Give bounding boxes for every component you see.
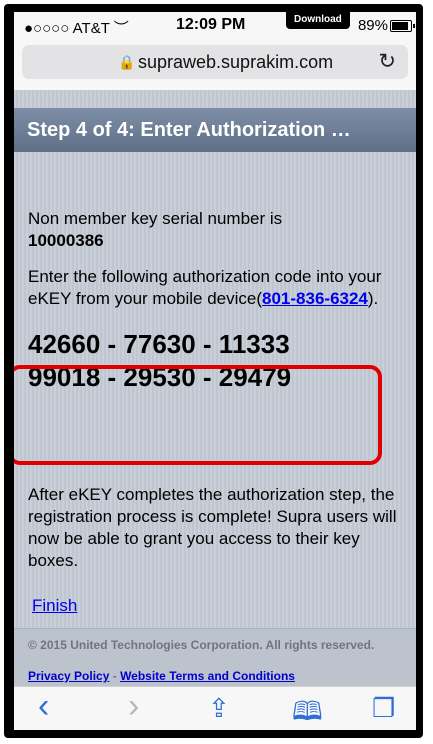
privacy-policy-link[interactable]: Privacy Policy (28, 669, 109, 683)
download-badge: Download (286, 12, 350, 29)
back-icon[interactable]: ‹ (38, 687, 49, 726)
forward-icon[interactable]: › (128, 687, 139, 726)
status-bar: ●○○○○ AT&T ︶ 12:09 PM Download 89% (14, 12, 416, 38)
page-footer: © 2015 United Technologies Corporation. … (14, 628, 416, 686)
serial-label: Non member key serial number is (28, 209, 283, 228)
carrier-label: ●○○○○ AT&T ︶ (24, 20, 129, 37)
footer-links: Privacy Policy - Website Terms and Condi… (28, 669, 295, 683)
terms-link[interactable]: Website Terms and Conditions (120, 669, 295, 683)
code-highlight-box (14, 365, 382, 465)
tabs-icon[interactable]: ❐ (372, 693, 395, 724)
phone-frame: ●○○○○ AT&T ︶ 12:09 PM Download 89% 🔒 sup… (4, 4, 423, 738)
finish-link[interactable]: Finish (32, 596, 77, 616)
battery-icon (390, 20, 415, 32)
address-bar[interactable]: 🔒 supraweb.suprakim.com ↻ (22, 45, 408, 79)
url-text[interactable]: supraweb.suprakim.com (138, 52, 333, 73)
instruction-paragraph: Enter the following authorization code i… (28, 266, 408, 310)
page-title: Step 4 of 4: Enter Authorization … (14, 108, 416, 152)
footer-separator: - (109, 669, 121, 683)
status-time: 12:09 PM (176, 16, 246, 33)
lock-icon: 🔒 (118, 54, 136, 70)
code-line-1: 42660 - 77630 - 11333 (28, 329, 290, 359)
reload-icon[interactable]: ↻ (378, 49, 396, 74)
wifi-icon: ︶ (113, 20, 129, 37)
serial-value: 10000386 (28, 231, 104, 250)
instruction-end: ). (367, 289, 379, 308)
bookmarks-icon[interactable]: 🕮 (292, 693, 323, 730)
phone-link[interactable]: 801-836-6324 (262, 289, 368, 308)
screen: ●○○○○ AT&T ︶ 12:09 PM Download 89% 🔒 sup… (14, 12, 416, 730)
battery-percent: 89% (357, 17, 388, 34)
copyright-text: © 2015 United Technologies Corporation. … (28, 638, 375, 652)
serial-paragraph: Non member key serial number is 10000386 (28, 208, 408, 252)
share-icon[interactable]: ⇪ (208, 693, 230, 724)
browser-toolbar: ‹ › ⇪ 🕮 ❐ (14, 686, 416, 730)
completion-text: After eKEY completes the authorization s… (28, 485, 397, 570)
